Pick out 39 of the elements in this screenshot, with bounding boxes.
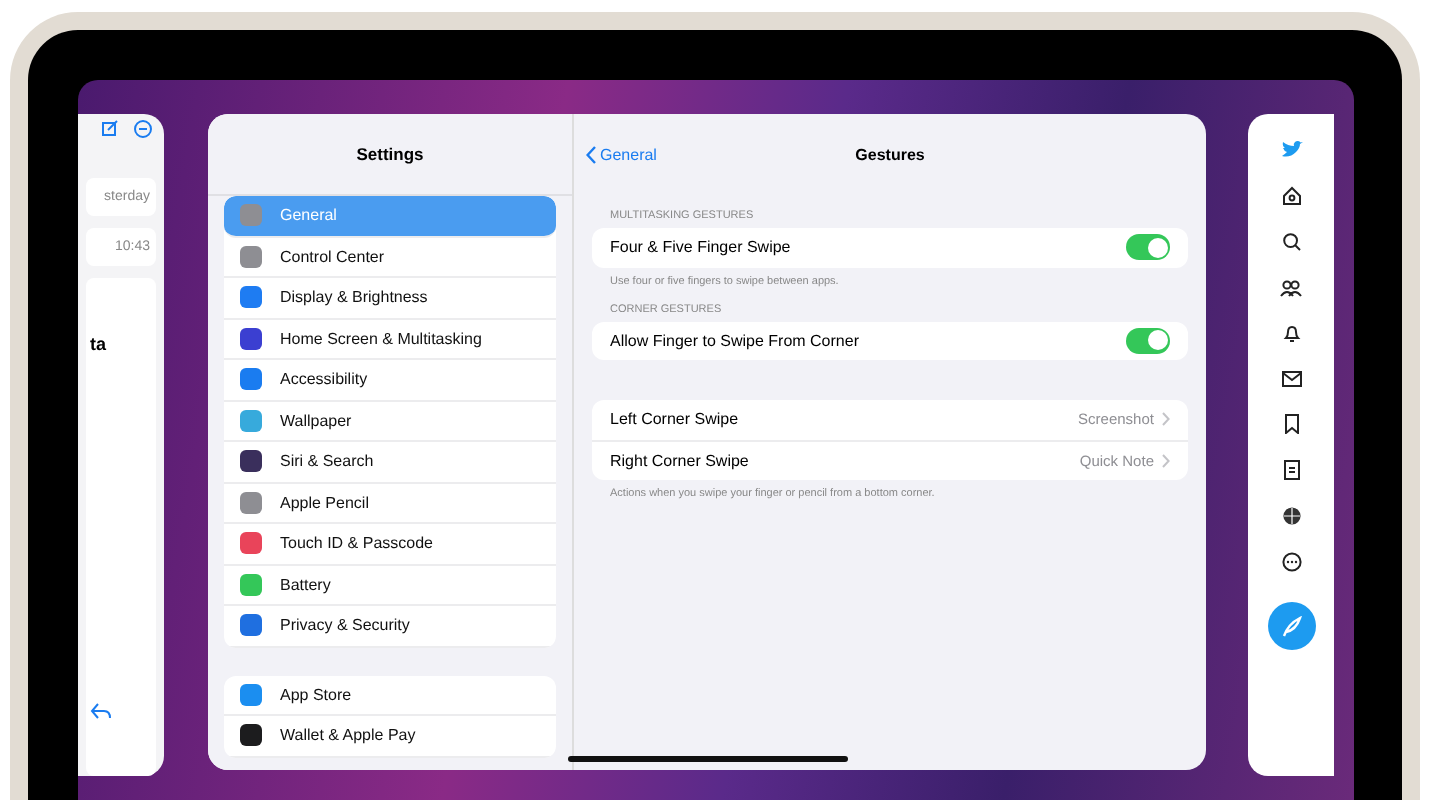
- people-icon[interactable]: [1280, 278, 1302, 298]
- back-button[interactable]: General: [586, 145, 657, 163]
- search-icon[interactable]: [1281, 232, 1301, 252]
- more-icon[interactable]: [1281, 552, 1301, 572]
- page-title: Gestures: [855, 145, 925, 163]
- setting-label: Left Corner Swipe: [610, 410, 739, 429]
- settings-menu-item[interactable]: Siri & Search: [224, 442, 556, 483]
- list-icon[interactable]: [1283, 460, 1299, 480]
- setting-label: Four & Five Finger Swipe: [610, 238, 791, 257]
- globe-icon[interactable]: [1281, 506, 1301, 526]
- compose-icon[interactable]: [102, 120, 118, 136]
- settings-menu-item[interactable]: Home Screen & Multitasking: [224, 319, 556, 360]
- settings-menu-item[interactable]: Display & Brightness: [224, 278, 556, 319]
- mail-subject: ta: [90, 334, 109, 354]
- chevron-right-icon: [1162, 412, 1170, 427]
- setting-label: Right Corner Swipe: [610, 451, 749, 470]
- compose-tweet-button[interactable]: [1267, 602, 1315, 650]
- settings-menu-item[interactable]: Wallpaper: [224, 401, 556, 442]
- chevron-right-icon: [1162, 453, 1170, 468]
- settings-menu-item[interactable]: Control Center: [224, 237, 556, 278]
- sidebar-title: Settings: [356, 144, 424, 164]
- home-icon[interactable]: [1281, 186, 1301, 206]
- reply-icon[interactable]: [90, 702, 112, 720]
- settings-menu-item[interactable]: App Store: [224, 675, 556, 716]
- bookmark-icon[interactable]: [1283, 414, 1299, 434]
- settings-menu-item[interactable]: Apple Pencil: [224, 483, 556, 524]
- mail-icon[interactable]: [1281, 370, 1301, 388]
- setting-label: Allow Finger to Swipe From Corner: [610, 331, 859, 350]
- feather-icon: [1280, 615, 1302, 637]
- settings-menu-item[interactable]: Accessibility: [224, 360, 556, 401]
- settings-menu-item[interactable]: Wallet & Apple Pay: [224, 716, 556, 757]
- toggle-switch[interactable]: [1126, 234, 1170, 261]
- toggle-switch[interactable]: [1126, 327, 1170, 354]
- bird-icon[interactable]: [1279, 140, 1303, 160]
- settings-menu-item[interactable]: Privacy & Security: [224, 606, 556, 647]
- bell-icon[interactable]: [1281, 324, 1301, 344]
- settings-menu-item[interactable]: Battery: [224, 565, 556, 606]
- chevron-left-icon: [586, 145, 596, 163]
- settings-menu-item[interactable]: Touch ID & Passcode: [224, 524, 556, 565]
